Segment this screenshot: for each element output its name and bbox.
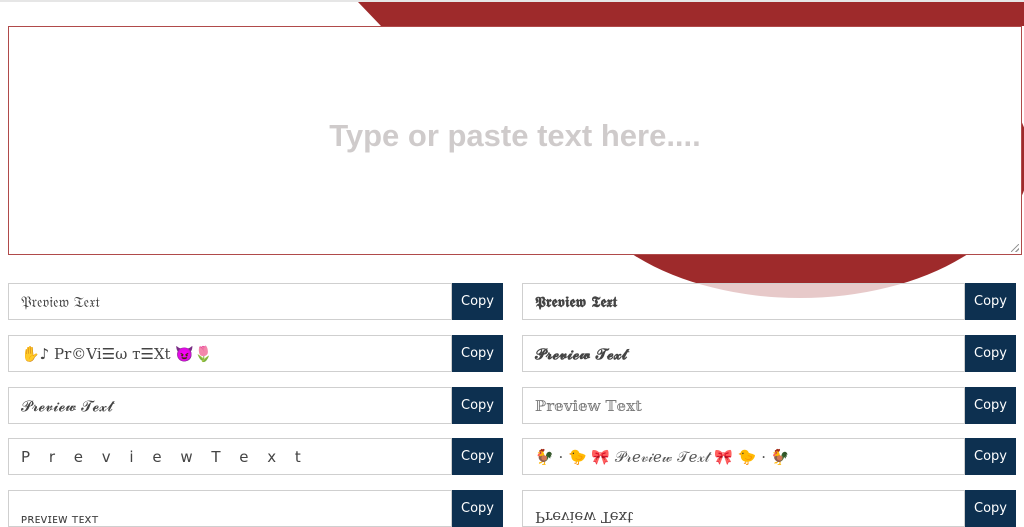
- result-row: 𝔓𝔯𝔢𝔳𝔦𝔢𝔴 𝔗𝔢𝔵𝔱 Copy: [8, 283, 503, 320]
- copy-button[interactable]: Copy: [452, 335, 503, 372]
- result-text[interactable]: ✋♪ Pr©Vi☰ω т☰Xt 😈🌷: [8, 335, 452, 372]
- result-row: 🐓 · 🐤 🎀 𝒫𝓇𝑒𝓋𝒾𝑒𝓌 𝒯𝑒𝓍𝓉 🎀 🐤 · 🐓 Copy: [522, 438, 1016, 475]
- result-text[interactable]: 𝕻𝖗𝖊𝖛𝖎𝖊𝖜 𝕿𝖊𝖝𝖙: [522, 283, 965, 320]
- copy-button[interactable]: Copy: [965, 335, 1016, 372]
- copy-button[interactable]: Copy: [452, 490, 503, 527]
- copy-button[interactable]: Copy: [452, 438, 503, 475]
- copy-button[interactable]: Copy: [965, 438, 1016, 475]
- result-row: 𝓟𝓻𝓮𝓿𝓲𝓮𝔀 𝓣𝓮𝔁𝓽 Copy: [8, 387, 503, 424]
- result-text[interactable]: P r e v i e w T e x t: [8, 438, 452, 475]
- result-text[interactable]: 𝓟𝓻𝓮𝓿𝓲𝓮𝔀 𝓣𝓮𝔁𝓽: [8, 387, 452, 424]
- result-row: ℙ𝕣𝕖𝕧𝕚𝕖𝕨 𝕋𝕖𝕩𝕥 Copy: [522, 387, 1016, 424]
- copy-button[interactable]: Copy: [965, 490, 1016, 527]
- copy-button[interactable]: Copy: [452, 387, 503, 424]
- result-row: P r e v i e w T e x t Copy: [8, 438, 503, 475]
- result-text: Preview Text: [535, 508, 634, 526]
- copy-button[interactable]: Copy: [965, 387, 1016, 424]
- result-text[interactable]: ℙ𝕣𝕖𝕧𝕚𝕖𝕨 𝕋𝕖𝕩𝕥: [522, 387, 965, 424]
- copy-button[interactable]: Copy: [965, 283, 1016, 320]
- resize-handle-icon[interactable]: [1011, 244, 1019, 252]
- result-text[interactable]: ᴘʀᴇᴠɪᴇᴡ ᴛᴇxᴛ: [8, 490, 452, 527]
- text-input-area[interactable]: Type or paste text here....: [8, 26, 1022, 255]
- result-row: Preview Text Copy: [522, 490, 1016, 527]
- result-row: ᴘʀᴇᴠɪᴇᴡ ᴛᴇxᴛ Copy: [8, 490, 503, 527]
- result-row: 𝓟𝓻𝓮𝓿𝓲𝓮𝔀 𝓣𝓮𝔁𝓽 Copy: [522, 335, 1016, 372]
- result-text[interactable]: 𝓟𝓻𝓮𝓿𝓲𝓮𝔀 𝓣𝓮𝔁𝓽: [522, 335, 965, 372]
- top-divider: [0, 0, 1024, 2]
- text-input-placeholder: Type or paste text here....: [329, 117, 701, 153]
- result-row: ✋♪ Pr©Vi☰ω т☰Xt 😈🌷 Copy: [8, 335, 503, 372]
- result-row: 𝕻𝖗𝖊𝖛𝖎𝖊𝖜 𝕿𝖊𝖝𝖙 Copy: [522, 283, 1016, 320]
- result-text[interactable]: 𝔓𝔯𝔢𝔳𝔦𝔢𝔴 𝔗𝔢𝔵𝔱: [8, 283, 452, 320]
- result-text-container[interactable]: Preview Text: [522, 490, 965, 527]
- result-text[interactable]: 🐓 · 🐤 🎀 𝒫𝓇𝑒𝓋𝒾𝑒𝓌 𝒯𝑒𝓍𝓉 🎀 🐤 · 🐓: [522, 438, 965, 475]
- decorative-red-band: [358, 2, 1024, 26]
- copy-button[interactable]: Copy: [452, 283, 503, 320]
